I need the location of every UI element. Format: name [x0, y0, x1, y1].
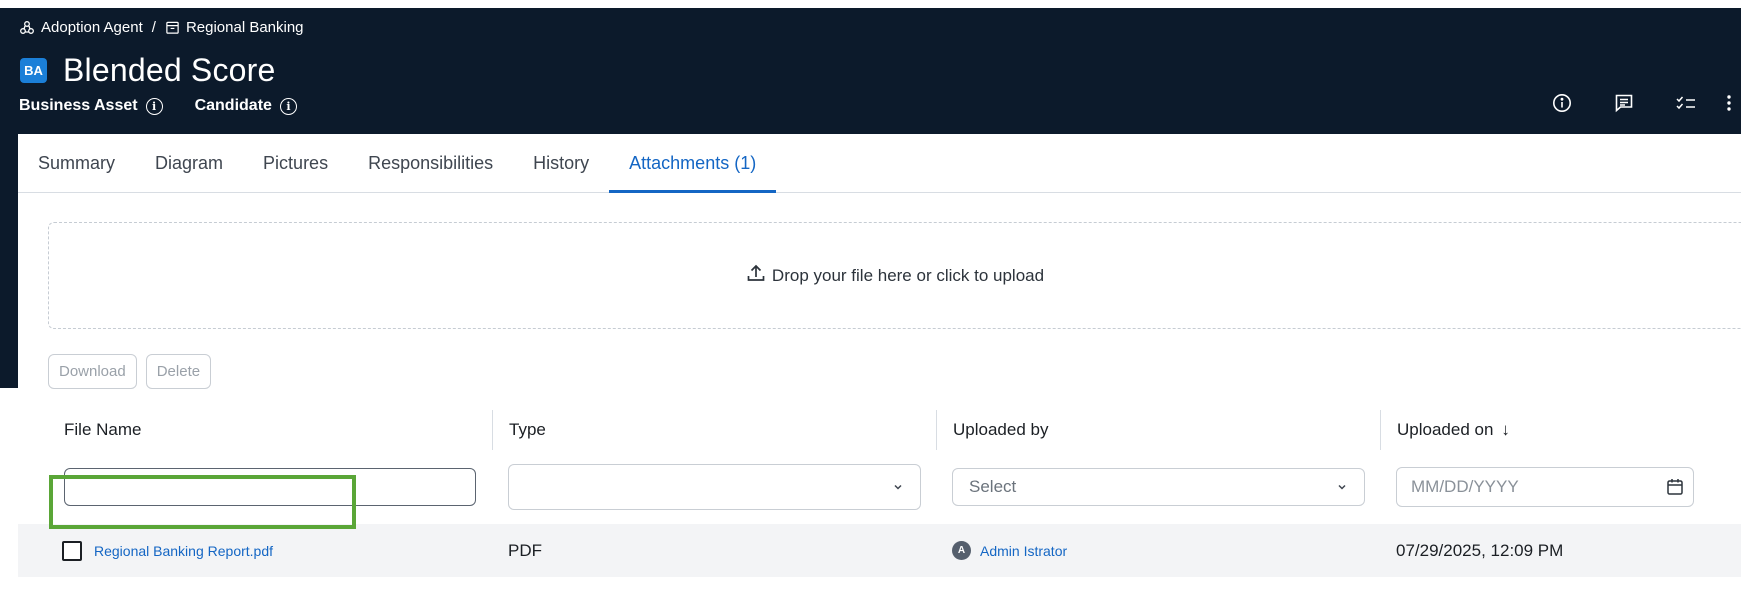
asset-type-label: Business Asset — [19, 97, 138, 114]
uploader-link[interactable]: Admin Istrator — [980, 543, 1067, 559]
attachments-panel: Summary Diagram Pictures Responsibilitie… — [18, 134, 1741, 611]
sort-descending-icon: ↓ — [1501, 420, 1510, 439]
row-select-checkbox[interactable] — [62, 540, 82, 561]
uploaded-on-cell: 07/29/2025, 12:09 PM — [1396, 540, 1564, 560]
chevron-down-icon — [894, 484, 902, 490]
tab-diagram[interactable]: Diagram — [135, 134, 243, 192]
file-name-link[interactable]: Regional Banking Report.pdf — [94, 543, 273, 559]
dropzone-text: Drop your file here or click to upload — [771, 265, 1045, 285]
table-filters: Select MM/DD/YYYY — [48, 463, 1741, 511]
uploaded-by-placeholder: Select — [969, 477, 1017, 496]
community-icon — [19, 20, 35, 36]
tab-summary[interactable]: Summary — [18, 134, 135, 192]
column-header-uploaded-by[interactable]: Uploaded by — [936, 410, 1380, 450]
column-header-type[interactable]: Type — [492, 410, 936, 450]
page-title: Blended Score — [63, 52, 276, 88]
table-row[interactable]: Regional Banking Report.pdf PDF A Admin … — [18, 524, 1741, 577]
column-header-uploaded-on[interactable]: Uploaded on ↓ — [1380, 410, 1741, 450]
table-header: File Name Type Uploaded by Uploaded on ↓ — [48, 410, 1741, 450]
file-dropzone[interactable]: Drop your file here or click to upload — [48, 222, 1741, 329]
column-header-file-name[interactable]: File Name — [48, 410, 492, 450]
file-name-filter-input[interactable] — [64, 468, 476, 506]
asset-status-label: Candidate — [194, 97, 272, 114]
avatar: A — [952, 541, 971, 560]
breadcrumb-separator: / — [151, 19, 156, 36]
breadcrumb: Adoption Agent / Regional Banking — [19, 19, 304, 36]
info-button[interactable] — [1531, 88, 1593, 118]
delete-button[interactable]: Delete — [145, 354, 212, 389]
comments-button[interactable] — [1593, 88, 1655, 118]
asset-meta: Business Asset i Candidate i — [19, 97, 297, 115]
info-icon[interactable]: i — [145, 97, 163, 115]
uploaded-by-filter-select[interactable]: Select — [952, 468, 1365, 506]
date-placeholder: MM/DD/YYYY — [1411, 477, 1519, 496]
info-icon — [1553, 94, 1571, 112]
domain-icon — [165, 20, 180, 35]
download-button[interactable]: Download — [48, 354, 137, 389]
file-type-cell: PDF — [508, 540, 542, 560]
calendar-icon — [1667, 479, 1683, 495]
checklist-icon — [1676, 96, 1695, 110]
chevron-down-icon — [1338, 484, 1346, 490]
breadcrumb-parent[interactable]: Adoption Agent — [41, 19, 143, 36]
more-options-button[interactable] — [1717, 88, 1741, 118]
tab-pictures[interactable]: Pictures — [243, 134, 348, 192]
info-icon[interactable]: i — [279, 97, 297, 115]
tasks-button[interactable] — [1655, 88, 1717, 118]
tab-attachments[interactable]: Attachments (1) — [609, 134, 777, 193]
asset-type-badge: BA — [20, 58, 47, 83]
breadcrumb-current[interactable]: Regional Banking — [186, 19, 304, 36]
upload-icon — [746, 263, 766, 288]
type-filter-select[interactable] — [508, 464, 921, 510]
asset-tabs: Summary Diagram Pictures Responsibilitie… — [18, 134, 1741, 193]
tab-responsibilities[interactable]: Responsibilities — [348, 134, 513, 192]
uploaded-on-date-filter[interactable]: MM/DD/YYYY — [1396, 467, 1694, 507]
comment-icon — [1615, 94, 1633, 113]
tab-history[interactable]: History — [513, 134, 609, 192]
more-vertical-icon — [1727, 95, 1731, 111]
